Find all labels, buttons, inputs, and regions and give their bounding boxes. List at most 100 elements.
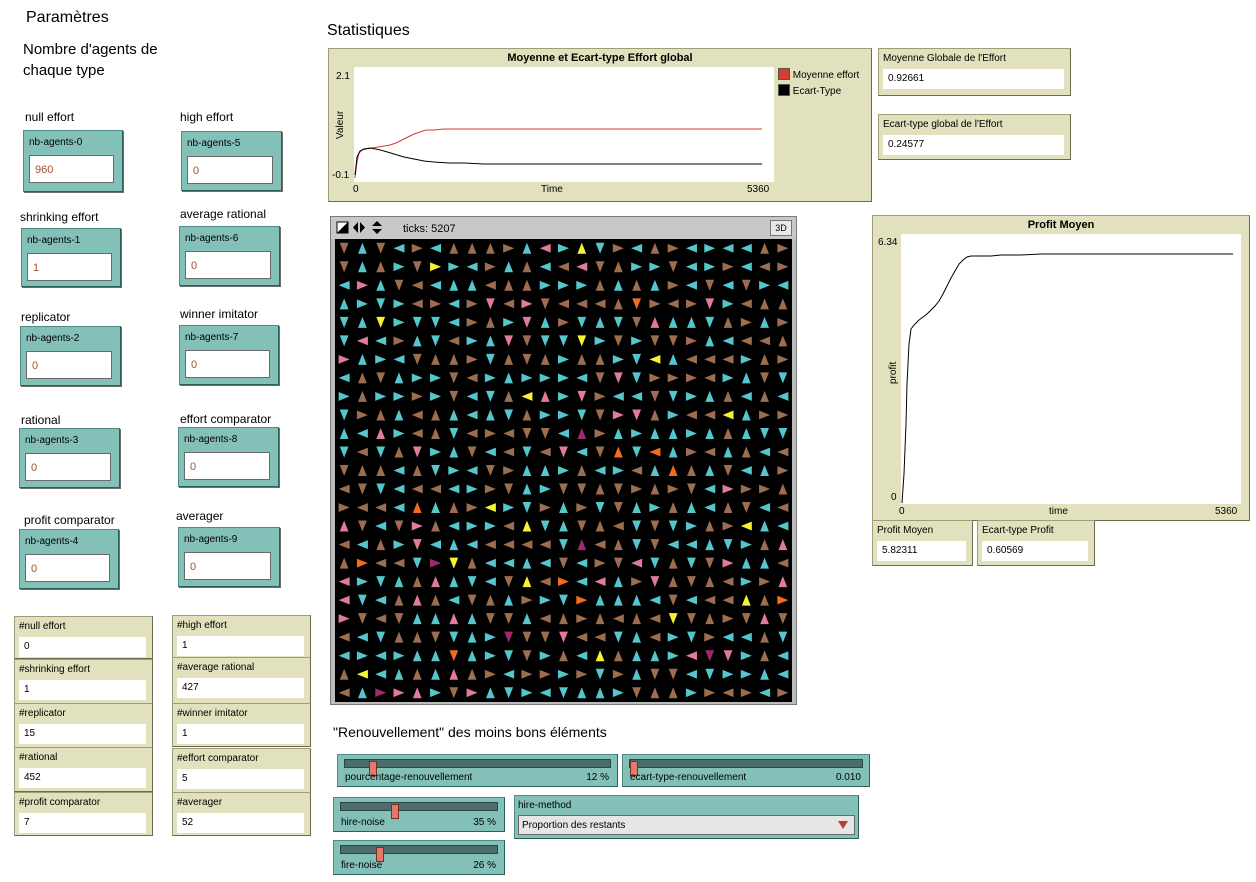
turtle-agent (685, 521, 697, 531)
turtle-agent (577, 242, 587, 254)
turtle-agent (595, 353, 605, 365)
turtle-agent (685, 595, 697, 605)
input-value-field[interactable]: 0 (184, 452, 270, 480)
agents-input[interactable]: nb-agents-4 0 (19, 529, 119, 589)
hire-method-chooser[interactable]: hire-method Proportion des restants (514, 795, 859, 839)
turtle-agent (339, 668, 349, 680)
turtle-agent (485, 465, 495, 476)
turtle-agent (741, 372, 751, 384)
turtle-agent (466, 317, 478, 327)
fire-noise-slider[interactable]: fire-noise 26 % (333, 840, 505, 875)
turtle-agent (503, 521, 515, 531)
input-value-field[interactable]: 0 (25, 554, 110, 582)
turtle-agent (650, 316, 660, 328)
turtle-agent (467, 668, 477, 680)
slider-value: 35 % (473, 817, 496, 828)
turtle-agent (612, 243, 624, 253)
turtle-agent (668, 613, 678, 625)
turtle-agent (504, 650, 514, 662)
turtle-agent (466, 503, 478, 512)
turtle-agent (394, 409, 404, 421)
world-canvas[interactable] (335, 239, 792, 702)
input-value-field[interactable]: 0 (185, 251, 271, 279)
turtle-agent (338, 540, 350, 549)
slider-track[interactable] (629, 759, 863, 776)
turtle-agent (339, 427, 349, 439)
turtle-agent (503, 558, 515, 568)
turtle-agent (759, 484, 771, 494)
slider-track[interactable] (340, 845, 498, 862)
effort-plot-area (354, 67, 774, 182)
turtle-agent (356, 429, 368, 438)
ecart-type-renouvellement-slider[interactable]: ecart-type-renouvellement 0.010 (622, 754, 870, 787)
agents-input[interactable]: nb-agents-9 0 (178, 527, 280, 587)
chooser-value: Proportion des restants (522, 820, 626, 831)
3d-button[interactable]: 3D (770, 220, 792, 236)
agents-input[interactable]: nb-agents-6 0 (179, 226, 280, 286)
turtle-agent (705, 427, 715, 439)
turtle-agent (358, 390, 367, 402)
slider-track[interactable] (340, 802, 498, 819)
turtle-agent (723, 446, 733, 458)
turtle-agent (632, 316, 642, 328)
input-name: nb-agents-0 (29, 137, 83, 148)
turtle-agent (431, 465, 440, 476)
view-controls-icons[interactable] (336, 221, 396, 237)
turtle-agent (356, 299, 368, 309)
turtle-agent (668, 335, 678, 347)
turtle-agent (760, 298, 769, 310)
turtle-agent (777, 447, 789, 457)
turtle-agent (576, 614, 588, 624)
turtle-agent (667, 651, 679, 661)
turtle-agent (558, 669, 569, 679)
turtle-agent (339, 465, 349, 476)
input-value-field[interactable]: 0 (25, 453, 111, 481)
turtle-agent (484, 577, 496, 587)
turtle-agent (339, 298, 349, 310)
turtle-agent (723, 390, 733, 402)
dropdown-arrow-icon[interactable] (838, 821, 848, 829)
turtle-agent (687, 483, 696, 495)
turtle-agent (449, 539, 459, 551)
effort-plot[interactable]: Moyenne et Ecart-type Effort global 2.1 … (328, 48, 872, 202)
agents-input[interactable]: nb-agents-0 960 (23, 130, 123, 192)
arrow-left-icon[interactable] (353, 222, 358, 233)
arrow-right-icon[interactable] (360, 222, 365, 233)
input-value-field[interactable]: 0 (187, 156, 273, 184)
profit-plot[interactable]: Profit Moyen 6.34 0 profit 0 time 5360 (872, 215, 1250, 521)
turtle-agent (777, 317, 789, 327)
agents-input[interactable]: nb-agents-2 0 (20, 326, 121, 386)
chooser-select[interactable]: Proportion des restants (518, 815, 855, 835)
turtle-agent (595, 613, 605, 625)
pourcentage-renouvellement-slider[interactable]: pourcentage-renouvellement 12 % (337, 754, 618, 787)
input-value-field[interactable]: 0 (26, 351, 112, 379)
agents-input[interactable]: nb-agents-5 0 (181, 131, 282, 191)
world-view[interactable]: ticks: 5207 3D (330, 216, 797, 705)
turtle-agent (668, 576, 678, 588)
turtle-agent (375, 521, 387, 531)
hire-noise-slider[interactable]: hire-noise 35 % (333, 797, 505, 832)
turtle-agent (522, 279, 532, 291)
input-value-field[interactable]: 1 (27, 253, 112, 281)
turtle-agent (466, 354, 478, 364)
input-name: nb-agents-3 (25, 435, 79, 446)
turtle-agent (667, 632, 679, 642)
arrow-down-icon[interactable] (372, 229, 382, 234)
arrow-up-icon[interactable] (372, 221, 382, 226)
mean-effort-value: 0.92661 (883, 69, 1064, 89)
turtle-agent (339, 557, 349, 569)
agents-input[interactable]: nb-agents-8 0 (178, 427, 279, 487)
turtle-agent (376, 576, 386, 588)
input-value-field[interactable]: 0 (185, 350, 270, 378)
input-value-field[interactable]: 0 (184, 552, 271, 580)
agents-input[interactable]: nb-agents-3 0 (19, 428, 120, 488)
input-value-field[interactable]: 960 (29, 155, 114, 183)
turtle-agent (539, 243, 551, 253)
turtle-agent (356, 503, 368, 512)
agents-input[interactable]: nb-agents-1 1 (21, 228, 121, 287)
turtle-agent (650, 335, 660, 347)
agents-input[interactable]: nb-agents-7 0 (179, 325, 279, 385)
slider-thumb[interactable] (391, 804, 399, 819)
slider-track[interactable] (344, 759, 611, 776)
legend-std-label: Ecart-Type (792, 86, 842, 97)
